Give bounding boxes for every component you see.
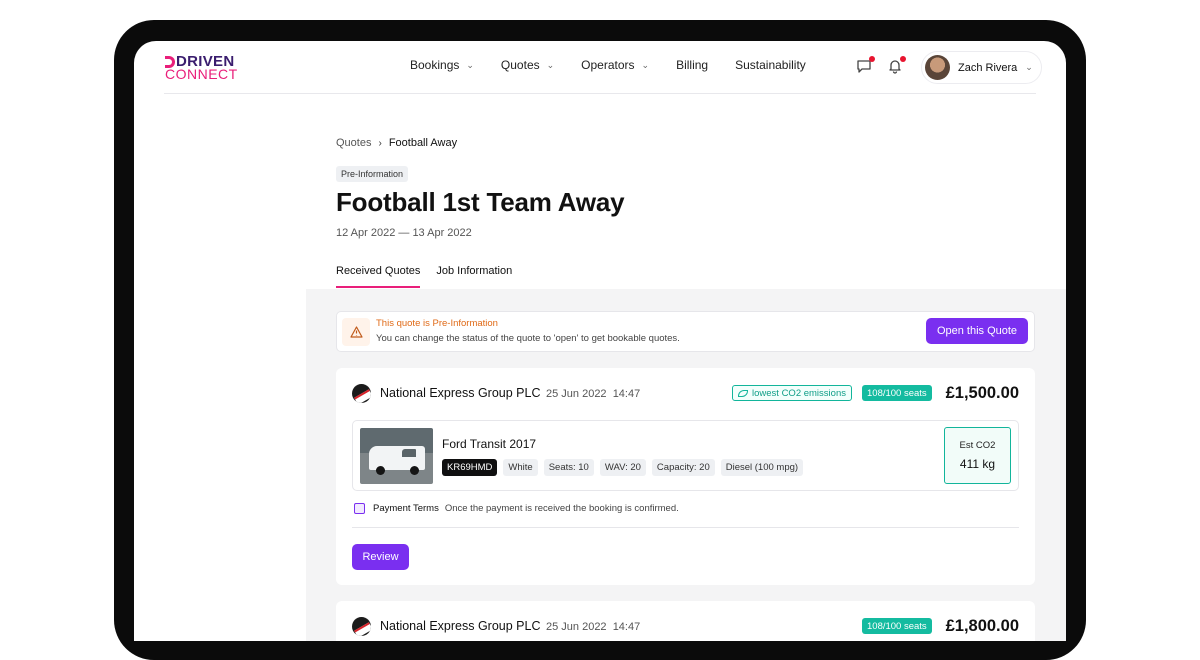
payment-label: Payment Terms	[373, 503, 439, 514]
payment-terms: Payment Terms Once the payment is receiv…	[354, 503, 679, 514]
nav-label: Billing	[676, 58, 709, 72]
breadcrumb-current: Football Away	[388, 137, 458, 149]
bell-icon[interactable]	[887, 56, 906, 76]
breadcrumb: Quotes › Football Away	[336, 137, 457, 149]
chevron-right-icon: ›	[378, 137, 382, 149]
user-menu[interactable]: Zach Rivera ⌄	[921, 51, 1042, 84]
quote-price: £1,500.00	[945, 384, 1019, 402]
quote-date: 25 Jun 2022	[546, 388, 607, 400]
vehicle-tag: Diesel (100 mpg)	[720, 459, 804, 476]
operator-name: National Express Group PLC	[380, 619, 541, 633]
status-badge: Pre-Information	[336, 166, 409, 182]
operator-logo	[352, 384, 371, 403]
nav-sustainability[interactable]: Sustainability	[735, 58, 806, 72]
plate-tag: KR69HMD	[442, 459, 498, 476]
top-navigation: DRIVEN CONNECT Bookings ⌄ Quotes ⌄ Operato…	[134, 41, 1066, 93]
messages-icon[interactable]	[856, 56, 875, 76]
quote-date: 25 Jun 2022	[546, 621, 607, 633]
nav-bookings[interactable]: Bookings ⌄	[410, 58, 474, 72]
quotes-panel: This quote is Pre-Information You can ch…	[306, 289, 1066, 641]
avatar	[925, 55, 950, 80]
vehicle-tags: KR69HMD White Seats: 10 WAV: 20 Capacity…	[442, 459, 809, 476]
co2-label: Est CO2	[959, 440, 996, 451]
tabs: Received Quotes Job Information	[336, 265, 528, 288]
chevron-down-icon: ⌄	[641, 59, 650, 70]
topbar-divider	[164, 93, 1036, 94]
payment-icon	[354, 503, 365, 514]
nav-quotes[interactable]: Quotes ⌄	[501, 58, 554, 72]
eco-badge: lowest CO2 emissions	[732, 385, 852, 401]
quote-card: National Express Group PLC 25 Jun 2022 1…	[336, 368, 1035, 585]
quote-price: £1,800.00	[945, 617, 1019, 635]
unread-dot	[869, 56, 875, 62]
leaf-icon	[738, 389, 748, 397]
notification-dot	[900, 56, 906, 62]
chevron-down-icon: ⌄	[546, 59, 555, 70]
vehicle-panel: Ford Transit 2017 KR69HMD White Seats: 1…	[352, 420, 1019, 491]
nav-billing[interactable]: Billing	[676, 58, 708, 72]
open-quote-button[interactable]: Open this Quote	[926, 318, 1028, 344]
nav-label: Sustainability	[735, 58, 806, 72]
chevron-down-icon: ⌄	[466, 59, 474, 70]
operator-name: National Express Group PLC	[380, 386, 541, 400]
device-frame: DRIVEN CONNECT Bookings ⌄ Quotes ⌄ Operato…	[114, 20, 1086, 660]
quote-time: 14:47	[612, 388, 641, 400]
payment-text: Once the payment is received the booking…	[444, 503, 679, 514]
nav-label: Operators	[581, 58, 635, 72]
card-divider	[352, 527, 1019, 528]
vehicle-tag: WAV: 20	[599, 459, 646, 476]
vehicle-tag: Capacity: 20	[651, 459, 715, 476]
breadcrumb-parent[interactable]: Quotes	[336, 137, 371, 149]
eco-badge-label: lowest CO2 emissions	[752, 387, 846, 399]
date-range: 12 Apr 2022 — 13 Apr 2022	[336, 227, 472, 239]
vehicle-name: Ford Transit 2017	[442, 437, 537, 451]
main-nav: Bookings ⌄ Quotes ⌄ Operators ⌄ Billing Sus…	[410, 58, 833, 72]
pre-information-alert: This quote is Pre-Information You can ch…	[336, 311, 1035, 352]
warning-icon	[342, 318, 370, 346]
alert-message: You can change the status of the quote t…	[376, 333, 680, 344]
page-title: Football 1st Team Away	[336, 187, 625, 217]
tab-received-quotes[interactable]: Received Quotes	[336, 265, 421, 288]
co2-estimate: Est CO2 411 kg	[944, 427, 1011, 484]
app-screen: DRIVEN CONNECT Bookings ⌄ Quotes ⌄ Operato…	[134, 41, 1066, 641]
nav-label: Quotes	[500, 58, 540, 72]
seats-badge: 108/100 seats	[862, 618, 932, 634]
quote-card: National Express Group PLC 25 Jun 2022 1…	[336, 601, 1035, 641]
vehicle-image	[360, 428, 433, 484]
driven-connect-logo[interactable]: DRIVEN CONNECT	[165, 54, 238, 82]
user-name: Zach Rivera	[958, 61, 1018, 74]
tab-job-information[interactable]: Job Information	[436, 265, 512, 288]
review-button[interactable]: Review	[352, 544, 409, 570]
nav-operators[interactable]: Operators ⌄	[581, 58, 649, 72]
quote-time: 14:47	[612, 621, 641, 633]
logo-line2: CONNECT	[165, 66, 238, 82]
vehicle-tag: Seats: 10	[543, 459, 594, 476]
vehicle-tag: White	[503, 459, 538, 476]
quote-datetime: 25 Jun 2022 14:47	[546, 388, 640, 400]
chevron-down-icon: ⌄	[1025, 62, 1033, 72]
quote-datetime: 25 Jun 2022 14:47	[546, 621, 640, 633]
seats-badge: 108/100 seats	[862, 385, 932, 401]
operator-logo	[352, 617, 371, 636]
alert-title: This quote is Pre-Information	[376, 318, 498, 329]
co2-value: 411 kg	[959, 457, 996, 471]
nav-label: Bookings	[410, 58, 460, 72]
